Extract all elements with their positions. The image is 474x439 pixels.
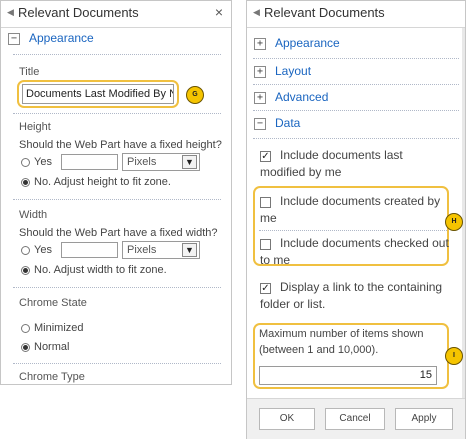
section-appearance-label[interactable]: Appearance [29,31,94,45]
width-label: Width [19,209,48,221]
expand-icon[interactable]: + [254,92,266,104]
collapse-icon[interactable]: − [254,118,266,130]
include-created-checkbox[interactable] [260,197,271,208]
header-arrow-icon: ◀ [253,7,260,17]
height-no-label: No. Adjust height to fit zone. [34,176,171,188]
width-no-label: No. Adjust width to fit zone. [34,264,167,276]
apply-button[interactable]: Apply [395,408,453,430]
divider [13,113,221,114]
max-items-line2: (between 1 and 10,000). [259,344,379,356]
divider [253,138,459,139]
height-yes-radio[interactable] [21,158,30,167]
include-last-modified-line1: Include documents last [280,148,403,162]
width-yes-radio[interactable] [21,246,30,255]
title-label: Title [19,66,40,78]
include-created-line1: Include documents created by [280,194,441,208]
left-tool-pane: ◀ Relevant Documents × − Appearance Titl… [0,0,232,385]
height-unit-value: Pixels [127,156,157,168]
width-value-input[interactable] [61,242,118,258]
chrome-minimized-label: Minimized [34,322,84,334]
width-no-radio[interactable] [21,266,30,275]
right-pane-title: Relevant Documents [264,5,385,20]
cancel-button[interactable]: Cancel [325,408,385,430]
divider [13,363,221,364]
width-question: Should the Web Part have a fixed width? [19,227,218,239]
section-layout-label[interactable]: Layout [275,64,311,78]
display-link-checkbox[interactable]: ✓ [260,283,271,294]
chrome-normal-radio[interactable] [21,343,30,352]
section-advanced[interactable]: + Advanced [247,87,465,111]
close-icon[interactable]: × [215,4,223,20]
title-highlight [17,80,179,108]
max-items-line1: Maximum number of items shown [259,328,424,340]
display-link-line1: Display a link to the containing [280,280,443,294]
chrome-minimized-radio[interactable] [21,324,30,333]
section-appearance[interactable]: − Appearance [1,28,231,52]
divider [259,230,447,231]
width-unit-select[interactable]: Pixels ▼ [122,241,200,259]
chrome-type-label: Chrome Type [19,371,85,383]
left-pane-header: ◀ Relevant Documents × [1,1,231,28]
section-data[interactable]: − Data [247,113,465,137]
callout-badge-g: G [186,86,204,104]
section-advanced-label[interactable]: Advanced [275,90,328,104]
height-label: Height [19,121,51,133]
chevron-down-icon[interactable]: ▼ [182,155,197,169]
collapse-icon[interactable]: − [8,33,20,45]
include-last-modified-line2: modified by me [260,165,342,179]
chevron-down-icon[interactable]: ▼ [182,243,197,257]
display-link-line2: folder or list. [260,297,326,311]
include-checked-out-checkbox[interactable] [260,239,271,250]
width-unit-value: Pixels [127,244,157,256]
divider [253,58,459,59]
button-footer: OK Cancel Apply [247,398,465,439]
section-appearance-label[interactable]: Appearance [275,36,340,50]
height-question: Should the Web Part have a fixed height? [19,139,222,151]
height-yes-label: Yes [34,156,52,168]
divider [13,287,221,288]
expand-icon[interactable]: + [254,38,266,50]
divider [253,84,459,85]
ok-button[interactable]: OK [259,408,315,430]
callout-badge-h: H [445,213,463,231]
include-created-line2: me [260,211,277,225]
header-arrow-icon: ◀ [7,7,14,17]
callout-badge-i: I [445,347,463,365]
expand-icon[interactable]: + [254,66,266,78]
max-items-value: 15 [419,369,432,381]
section-appearance[interactable]: + Appearance [247,33,465,57]
width-yes-label: Yes [34,244,52,256]
left-pane-title: Relevant Documents [18,5,139,20]
section-layout[interactable]: + Layout [247,61,465,85]
include-checked-out-line2: to me [260,253,291,267]
include-last-modified-checkbox[interactable]: ✓ [260,151,271,162]
divider [13,54,221,55]
right-pane-header: ◀ Relevant Documents [247,1,465,28]
right-tool-pane: ◀ Relevant Documents + Appearance + Layo… [246,0,466,439]
section-data-label[interactable]: Data [275,116,300,130]
chrome-normal-label: Normal [34,341,70,353]
height-no-radio[interactable] [21,178,30,187]
divider [13,199,221,200]
divider [253,110,459,111]
height-value-input[interactable] [61,154,118,170]
max-items-input[interactable]: 15 [259,366,437,385]
height-unit-select[interactable]: Pixels ▼ [122,153,200,171]
chrome-state-label: Chrome State [19,297,87,309]
include-checked-out-line1: Include documents checked out [280,236,449,250]
